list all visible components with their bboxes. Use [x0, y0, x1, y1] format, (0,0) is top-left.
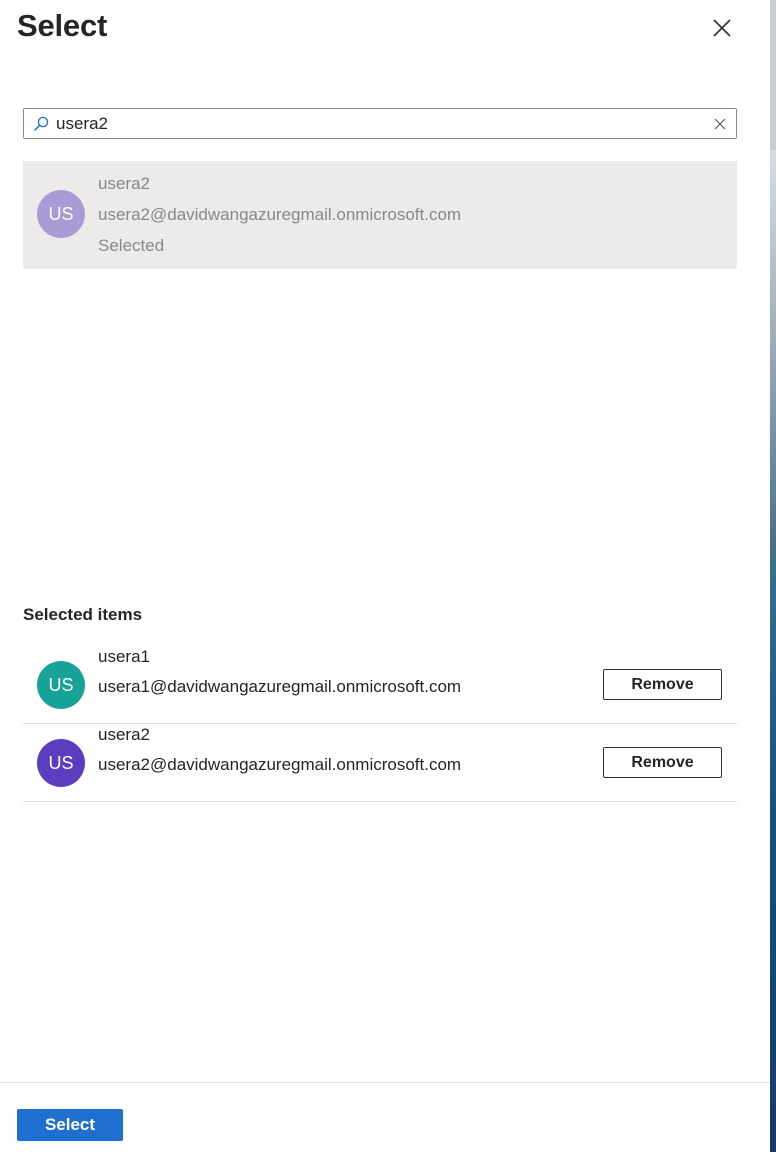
search-input[interactable] — [56, 111, 696, 136]
selected-item-name: usera1 — [98, 647, 150, 666]
select-panel: Select US usera2 usera2@davidwangazuregm… — [0, 0, 770, 1153]
close-icon — [713, 19, 731, 37]
clear-icon[interactable] — [712, 116, 728, 132]
search-result-item[interactable]: US usera2 usera2@davidwangazuregmail.onm… — [23, 161, 737, 269]
result-status: Selected — [98, 236, 165, 255]
panel-footer: Select — [0, 1082, 770, 1153]
scrollbar-thumb[interactable] — [770, 0, 776, 150]
avatar: US — [37, 190, 85, 238]
result-email: usera2@davidwangazuregmail.onmicrosoft.c… — [98, 205, 462, 224]
panel-title: Select — [17, 8, 108, 43]
selected-item-email: usera2@davidwangazuregmail.onmicrosoft.c… — [98, 755, 462, 774]
selected-item-row: US usera1 usera1@davidwangazuregmail.onm… — [23, 646, 737, 724]
close-button[interactable] — [706, 12, 738, 44]
selected-item-row: US usera2 usera2@davidwangazuregmail.onm… — [23, 724, 737, 802]
selected-item-name: usera2 — [98, 725, 150, 744]
avatar: US — [37, 739, 85, 787]
selected-items-heading: Selected items — [23, 605, 143, 624]
avatar: US — [37, 661, 85, 709]
background-window — [770, 0, 776, 1152]
remove-button[interactable]: Remove — [603, 747, 722, 778]
selected-item-email: usera1@davidwangazuregmail.onmicrosoft.c… — [98, 677, 462, 696]
result-name: usera2 — [98, 174, 150, 193]
avatar-initials: US — [48, 203, 74, 224]
remove-button[interactable]: Remove — [603, 669, 722, 700]
search-icon — [33, 116, 49, 132]
avatar-initials: US — [48, 674, 74, 695]
search-box[interactable] — [23, 108, 737, 139]
select-button[interactable]: Select — [17, 1109, 123, 1141]
avatar-initials: US — [48, 752, 74, 773]
